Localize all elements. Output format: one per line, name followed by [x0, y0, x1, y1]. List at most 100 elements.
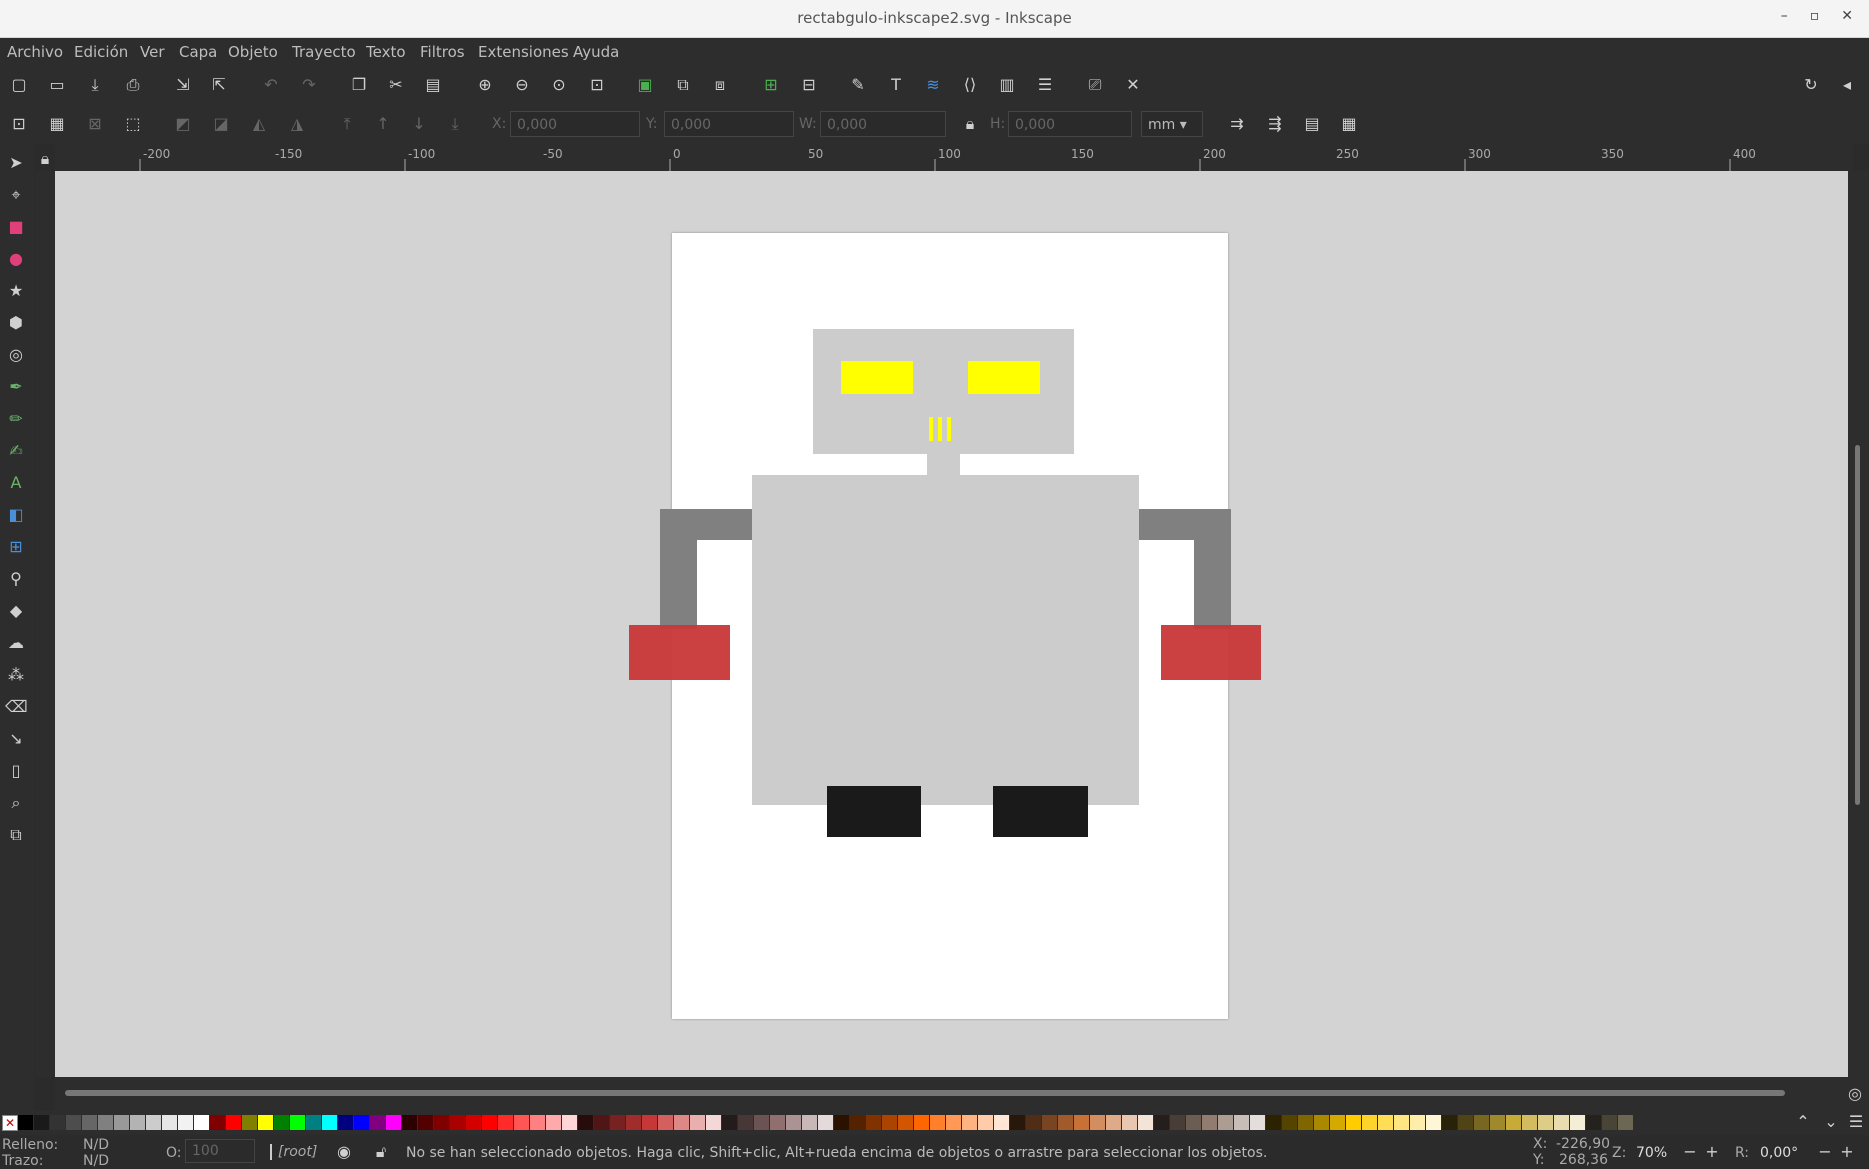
h-field[interactable]: 0,000	[1008, 111, 1132, 137]
color-swatch[interactable]	[1122, 1115, 1137, 1130]
raise-top-icon[interactable]: ⤒	[336, 113, 358, 135]
dropper-tool-icon[interactable]: ⚲	[5, 568, 27, 590]
color-swatch[interactable]	[66, 1115, 81, 1130]
export-icon[interactable]: ⇱	[208, 74, 230, 96]
eraser-tool-icon[interactable]: ⌫	[5, 696, 28, 718]
color-swatch[interactable]	[34, 1115, 49, 1130]
color-swatch[interactable]	[1026, 1115, 1041, 1130]
color-swatch[interactable]	[194, 1115, 209, 1130]
color-swatch[interactable]	[50, 1115, 65, 1130]
color-swatch[interactable]	[738, 1115, 753, 1130]
color-swatch[interactable]	[1298, 1115, 1313, 1130]
color-swatch[interactable]	[706, 1115, 721, 1130]
zoom-width-icon[interactable]: ⊡	[586, 74, 608, 96]
color-swatch[interactable]	[82, 1115, 97, 1130]
color-swatch[interactable]	[434, 1115, 449, 1130]
robot-mouth-line[interactable]	[938, 417, 942, 441]
color-swatch[interactable]	[1138, 1115, 1153, 1130]
star-tool-icon[interactable]: ★	[5, 280, 27, 302]
duplicate-icon[interactable]: ▣	[634, 74, 656, 96]
save-icon[interactable]: ⤓	[84, 74, 106, 96]
zoom-in-icon[interactable]: +	[1701, 1141, 1723, 1163]
align-distribute-icon[interactable]: ☰	[1034, 74, 1056, 96]
y-field[interactable]: 0,000	[664, 111, 794, 137]
select-all-icon[interactable]: ⊡	[8, 113, 30, 135]
color-swatch[interactable]	[482, 1115, 497, 1130]
scale-stroke-icon[interactable]: ⇉	[1226, 113, 1248, 135]
minimize-button[interactable]: –	[1781, 8, 1788, 24]
new-document-icon[interactable]: ▢	[8, 74, 30, 96]
select-all-layers-icon[interactable]: ▦	[46, 113, 68, 135]
vertical-scrollbar[interactable]	[1848, 171, 1869, 1077]
spiral-tool-icon[interactable]: ◎	[5, 344, 27, 366]
ungroup-icon[interactable]: ⊟	[798, 74, 820, 96]
color-swatch[interactable]	[530, 1115, 545, 1130]
robot-left-arm-lower[interactable]	[660, 509, 697, 629]
menu-objeto[interactable]: Objeto	[228, 43, 278, 61]
current-layer[interactable]: [root]	[270, 1144, 317, 1160]
color-swatch[interactable]	[1554, 1115, 1569, 1130]
color-swatch[interactable]	[898, 1115, 913, 1130]
color-swatch[interactable]	[1202, 1115, 1217, 1130]
lower-bottom-icon[interactable]: ⤓	[444, 113, 466, 135]
color-swatch[interactable]	[882, 1115, 897, 1130]
undo-icon[interactable]: ↶	[260, 74, 282, 96]
stroke-value[interactable]: N/D	[83, 1153, 109, 1169]
selector-tool-icon[interactable]: ➤	[5, 152, 27, 174]
menu-extensiones[interactable]: Extensiones	[478, 43, 569, 61]
menu-edicion[interactable]: Edición	[74, 43, 128, 61]
document-properties-icon[interactable]: ⎚	[1084, 74, 1106, 96]
snap-toggle-icon[interactable]: ↻	[1800, 74, 1822, 96]
drawing-canvas[interactable]	[55, 171, 1848, 1077]
color-swatch[interactable]	[1618, 1115, 1633, 1130]
robot-mouth-line[interactable]	[929, 417, 933, 441]
color-swatch[interactable]	[834, 1115, 849, 1130]
pencil-tool-icon[interactable]: ✏	[5, 408, 27, 430]
color-swatch[interactable]	[1250, 1115, 1265, 1130]
w-field[interactable]: 0,000	[820, 111, 946, 137]
color-swatch[interactable]	[1266, 1115, 1281, 1130]
clone-icon[interactable]: ⧉	[672, 74, 694, 96]
menu-trayecto[interactable]: Trayecto	[292, 43, 356, 61]
color-swatch[interactable]	[354, 1115, 369, 1130]
zoom-tool-icon[interactable]: ⌕	[5, 792, 27, 814]
color-swatch[interactable]	[162, 1115, 177, 1130]
menu-archivo[interactable]: Archivo	[7, 43, 63, 61]
color-swatch[interactable]	[562, 1115, 577, 1130]
text-tool-icon[interactable]: A	[5, 472, 27, 494]
no-paint-swatch[interactable]: ✕	[2, 1115, 18, 1131]
color-swatch[interactable]	[466, 1115, 481, 1130]
redo-icon[interactable]: ↷	[298, 74, 320, 96]
color-swatch[interactable]	[1522, 1115, 1537, 1130]
calligraphy-tool-icon[interactable]: ✍	[5, 440, 27, 462]
color-swatch[interactable]	[450, 1115, 465, 1130]
robot-right-arm-lower[interactable]	[1194, 509, 1231, 629]
color-swatch[interactable]	[226, 1115, 241, 1130]
lock-proportions-icon[interactable]: 🔒︎	[959, 113, 981, 135]
color-swatch[interactable]	[274, 1115, 289, 1130]
rotate-minus-icon[interactable]: −	[1814, 1141, 1836, 1163]
paste-icon[interactable]: ▤	[422, 74, 444, 96]
layers-icon[interactable]: ≋	[922, 74, 944, 96]
zoom-out-icon[interactable]: −	[1679, 1141, 1701, 1163]
layer-visibility-icon[interactable]: ◉	[333, 1141, 355, 1163]
color-swatch[interactable]	[930, 1115, 945, 1130]
cut-icon[interactable]: ✂	[385, 74, 407, 96]
color-swatch[interactable]	[1330, 1115, 1345, 1130]
scale-corners-icon[interactable]: ⇶	[1264, 113, 1286, 135]
open-folder-icon[interactable]: ▭	[46, 74, 68, 96]
color-swatch[interactable]	[946, 1115, 961, 1130]
color-swatch[interactable]	[1474, 1115, 1489, 1130]
opacity-field[interactable]: 100	[185, 1139, 255, 1163]
color-swatch[interactable]	[1090, 1115, 1105, 1130]
color-swatch[interactable]	[290, 1115, 305, 1130]
color-swatch[interactable]	[1586, 1115, 1601, 1130]
color-swatch[interactable]	[786, 1115, 801, 1130]
color-swatch[interactable]	[1362, 1115, 1377, 1130]
color-swatch[interactable]	[754, 1115, 769, 1130]
color-swatch[interactable]	[98, 1115, 113, 1130]
ellipse-tool-icon[interactable]: ●	[5, 248, 27, 270]
tweak-tool-icon[interactable]: ☁	[5, 632, 27, 654]
guide-lock-icon[interactable]: 🔒︎	[35, 148, 55, 170]
close-button[interactable]: ✕	[1841, 8, 1853, 24]
